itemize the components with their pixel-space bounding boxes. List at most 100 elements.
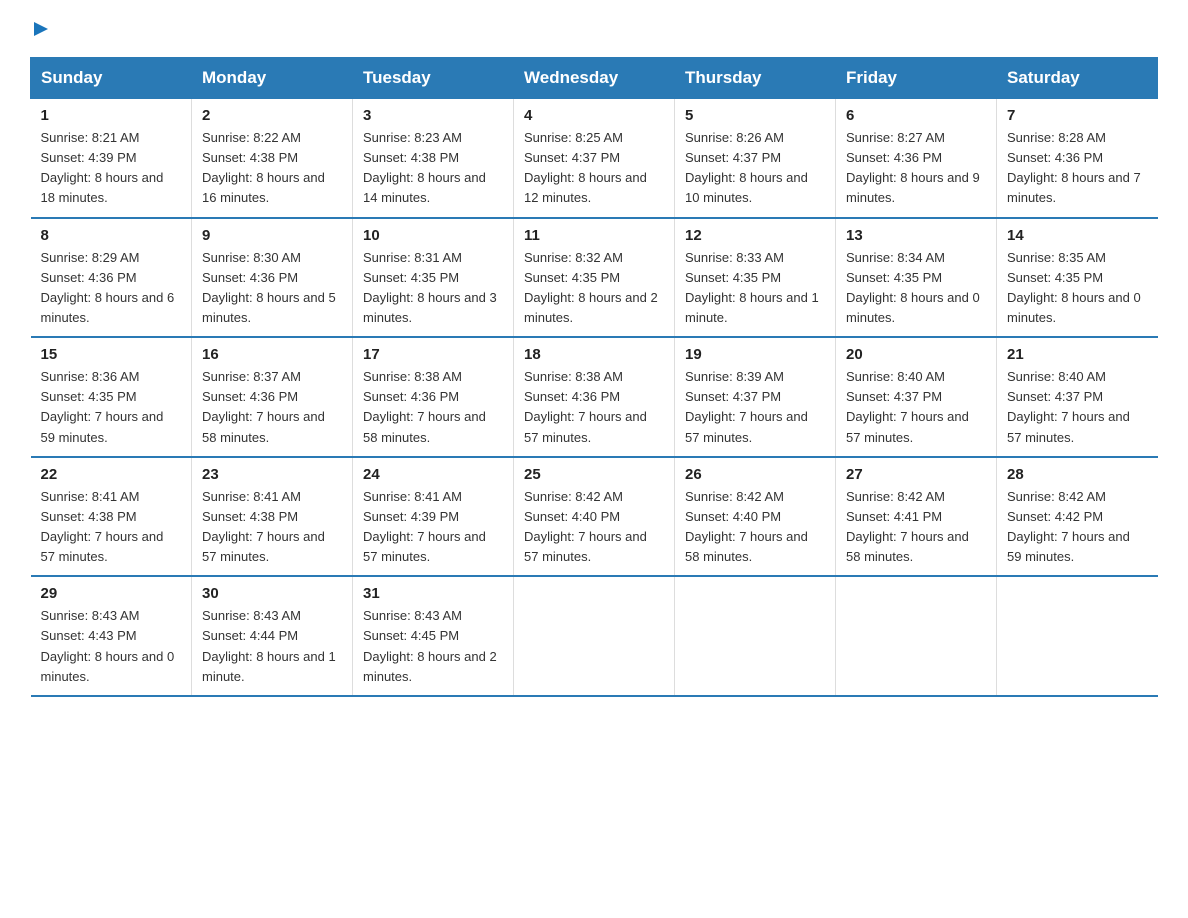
day-number: 18 bbox=[524, 346, 664, 363]
calendar-cell: 11 Sunrise: 8:32 AMSunset: 4:35 PMDaylig… bbox=[514, 218, 675, 338]
day-number: 12 bbox=[685, 227, 825, 244]
header-thursday: Thursday bbox=[675, 58, 836, 99]
calendar-cell: 9 Sunrise: 8:30 AMSunset: 4:36 PMDayligh… bbox=[192, 218, 353, 338]
calendar-cell bbox=[836, 576, 997, 696]
day-info: Sunrise: 8:22 AMSunset: 4:38 PMDaylight:… bbox=[202, 128, 342, 209]
day-info: Sunrise: 8:23 AMSunset: 4:38 PMDaylight:… bbox=[363, 128, 503, 209]
calendar-cell: 29 Sunrise: 8:43 AMSunset: 4:43 PMDaylig… bbox=[31, 576, 192, 696]
day-info: Sunrise: 8:35 AMSunset: 4:35 PMDaylight:… bbox=[1007, 248, 1148, 329]
day-info: Sunrise: 8:36 AMSunset: 4:35 PMDaylight:… bbox=[41, 367, 182, 448]
calendar-cell: 13 Sunrise: 8:34 AMSunset: 4:35 PMDaylig… bbox=[836, 218, 997, 338]
week-row-2: 8 Sunrise: 8:29 AMSunset: 4:36 PMDayligh… bbox=[31, 218, 1158, 338]
day-number: 6 bbox=[846, 107, 986, 124]
calendar-cell: 30 Sunrise: 8:43 AMSunset: 4:44 PMDaylig… bbox=[192, 576, 353, 696]
day-info: Sunrise: 8:38 AMSunset: 4:36 PMDaylight:… bbox=[363, 367, 503, 448]
week-row-5: 29 Sunrise: 8:43 AMSunset: 4:43 PMDaylig… bbox=[31, 576, 1158, 696]
day-number: 5 bbox=[685, 107, 825, 124]
day-number: 9 bbox=[202, 227, 342, 244]
week-row-4: 22 Sunrise: 8:41 AMSunset: 4:38 PMDaylig… bbox=[31, 457, 1158, 577]
day-info: Sunrise: 8:29 AMSunset: 4:36 PMDaylight:… bbox=[41, 248, 182, 329]
day-info: Sunrise: 8:41 AMSunset: 4:38 PMDaylight:… bbox=[202, 487, 342, 568]
day-number: 23 bbox=[202, 466, 342, 483]
day-info: Sunrise: 8:27 AMSunset: 4:36 PMDaylight:… bbox=[846, 128, 986, 209]
calendar-cell: 4 Sunrise: 8:25 AMSunset: 4:37 PMDayligh… bbox=[514, 99, 675, 218]
day-info: Sunrise: 8:26 AMSunset: 4:37 PMDaylight:… bbox=[685, 128, 825, 209]
day-number: 16 bbox=[202, 346, 342, 363]
day-info: Sunrise: 8:43 AMSunset: 4:45 PMDaylight:… bbox=[363, 606, 503, 687]
day-number: 22 bbox=[41, 466, 182, 483]
calendar-cell: 28 Sunrise: 8:42 AMSunset: 4:42 PMDaylig… bbox=[997, 457, 1158, 577]
day-info: Sunrise: 8:28 AMSunset: 4:36 PMDaylight:… bbox=[1007, 128, 1148, 209]
logo bbox=[30, 20, 50, 37]
calendar-cell: 31 Sunrise: 8:43 AMSunset: 4:45 PMDaylig… bbox=[353, 576, 514, 696]
day-info: Sunrise: 8:42 AMSunset: 4:42 PMDaylight:… bbox=[1007, 487, 1148, 568]
day-number: 2 bbox=[202, 107, 342, 124]
calendar-cell: 25 Sunrise: 8:42 AMSunset: 4:40 PMDaylig… bbox=[514, 457, 675, 577]
calendar-cell: 3 Sunrise: 8:23 AMSunset: 4:38 PMDayligh… bbox=[353, 99, 514, 218]
calendar-cell: 21 Sunrise: 8:40 AMSunset: 4:37 PMDaylig… bbox=[997, 337, 1158, 457]
header-wednesday: Wednesday bbox=[514, 58, 675, 99]
day-number: 7 bbox=[1007, 107, 1148, 124]
calendar-cell bbox=[675, 576, 836, 696]
day-number: 17 bbox=[363, 346, 503, 363]
calendar-cell: 24 Sunrise: 8:41 AMSunset: 4:39 PMDaylig… bbox=[353, 457, 514, 577]
day-info: Sunrise: 8:32 AMSunset: 4:35 PMDaylight:… bbox=[524, 248, 664, 329]
day-info: Sunrise: 8:41 AMSunset: 4:39 PMDaylight:… bbox=[363, 487, 503, 568]
calendar-cell: 20 Sunrise: 8:40 AMSunset: 4:37 PMDaylig… bbox=[836, 337, 997, 457]
day-number: 21 bbox=[1007, 346, 1148, 363]
calendar-cell: 19 Sunrise: 8:39 AMSunset: 4:37 PMDaylig… bbox=[675, 337, 836, 457]
day-number: 11 bbox=[524, 227, 664, 244]
calendar-table: SundayMondayTuesdayWednesdayThursdayFrid… bbox=[30, 57, 1158, 697]
day-info: Sunrise: 8:21 AMSunset: 4:39 PMDaylight:… bbox=[41, 128, 182, 209]
day-number: 30 bbox=[202, 585, 342, 602]
day-number: 1 bbox=[41, 107, 182, 124]
day-info: Sunrise: 8:30 AMSunset: 4:36 PMDaylight:… bbox=[202, 248, 342, 329]
header-sunday: Sunday bbox=[31, 58, 192, 99]
day-info: Sunrise: 8:43 AMSunset: 4:43 PMDaylight:… bbox=[41, 606, 182, 687]
day-number: 15 bbox=[41, 346, 182, 363]
calendar-cell: 23 Sunrise: 8:41 AMSunset: 4:38 PMDaylig… bbox=[192, 457, 353, 577]
day-number: 25 bbox=[524, 466, 664, 483]
day-info: Sunrise: 8:38 AMSunset: 4:36 PMDaylight:… bbox=[524, 367, 664, 448]
day-number: 19 bbox=[685, 346, 825, 363]
week-row-3: 15 Sunrise: 8:36 AMSunset: 4:35 PMDaylig… bbox=[31, 337, 1158, 457]
week-row-1: 1 Sunrise: 8:21 AMSunset: 4:39 PMDayligh… bbox=[31, 99, 1158, 218]
calendar-cell bbox=[997, 576, 1158, 696]
day-info: Sunrise: 8:42 AMSunset: 4:40 PMDaylight:… bbox=[685, 487, 825, 568]
day-info: Sunrise: 8:40 AMSunset: 4:37 PMDaylight:… bbox=[846, 367, 986, 448]
day-number: 14 bbox=[1007, 227, 1148, 244]
calendar-cell: 17 Sunrise: 8:38 AMSunset: 4:36 PMDaylig… bbox=[353, 337, 514, 457]
day-number: 26 bbox=[685, 466, 825, 483]
day-info: Sunrise: 8:40 AMSunset: 4:37 PMDaylight:… bbox=[1007, 367, 1148, 448]
day-info: Sunrise: 8:42 AMSunset: 4:40 PMDaylight:… bbox=[524, 487, 664, 568]
calendar-cell: 14 Sunrise: 8:35 AMSunset: 4:35 PMDaylig… bbox=[997, 218, 1158, 338]
day-info: Sunrise: 8:31 AMSunset: 4:35 PMDaylight:… bbox=[363, 248, 503, 329]
day-number: 29 bbox=[41, 585, 182, 602]
day-number: 20 bbox=[846, 346, 986, 363]
calendar-cell: 5 Sunrise: 8:26 AMSunset: 4:37 PMDayligh… bbox=[675, 99, 836, 218]
day-info: Sunrise: 8:37 AMSunset: 4:36 PMDaylight:… bbox=[202, 367, 342, 448]
calendar-header-row: SundayMondayTuesdayWednesdayThursdayFrid… bbox=[31, 58, 1158, 99]
logo-triangle-icon bbox=[32, 20, 50, 43]
calendar-cell: 7 Sunrise: 8:28 AMSunset: 4:36 PMDayligh… bbox=[997, 99, 1158, 218]
page-header bbox=[30, 20, 1158, 37]
calendar-cell: 2 Sunrise: 8:22 AMSunset: 4:38 PMDayligh… bbox=[192, 99, 353, 218]
calendar-cell: 10 Sunrise: 8:31 AMSunset: 4:35 PMDaylig… bbox=[353, 218, 514, 338]
day-number: 31 bbox=[363, 585, 503, 602]
day-info: Sunrise: 8:43 AMSunset: 4:44 PMDaylight:… bbox=[202, 606, 342, 687]
day-number: 28 bbox=[1007, 466, 1148, 483]
day-number: 4 bbox=[524, 107, 664, 124]
calendar-cell: 26 Sunrise: 8:42 AMSunset: 4:40 PMDaylig… bbox=[675, 457, 836, 577]
day-number: 8 bbox=[41, 227, 182, 244]
header-saturday: Saturday bbox=[997, 58, 1158, 99]
day-number: 10 bbox=[363, 227, 503, 244]
calendar-cell: 18 Sunrise: 8:38 AMSunset: 4:36 PMDaylig… bbox=[514, 337, 675, 457]
day-info: Sunrise: 8:34 AMSunset: 4:35 PMDaylight:… bbox=[846, 248, 986, 329]
day-info: Sunrise: 8:42 AMSunset: 4:41 PMDaylight:… bbox=[846, 487, 986, 568]
day-number: 24 bbox=[363, 466, 503, 483]
calendar-cell: 1 Sunrise: 8:21 AMSunset: 4:39 PMDayligh… bbox=[31, 99, 192, 218]
header-monday: Monday bbox=[192, 58, 353, 99]
header-tuesday: Tuesday bbox=[353, 58, 514, 99]
day-number: 27 bbox=[846, 466, 986, 483]
calendar-cell: 22 Sunrise: 8:41 AMSunset: 4:38 PMDaylig… bbox=[31, 457, 192, 577]
